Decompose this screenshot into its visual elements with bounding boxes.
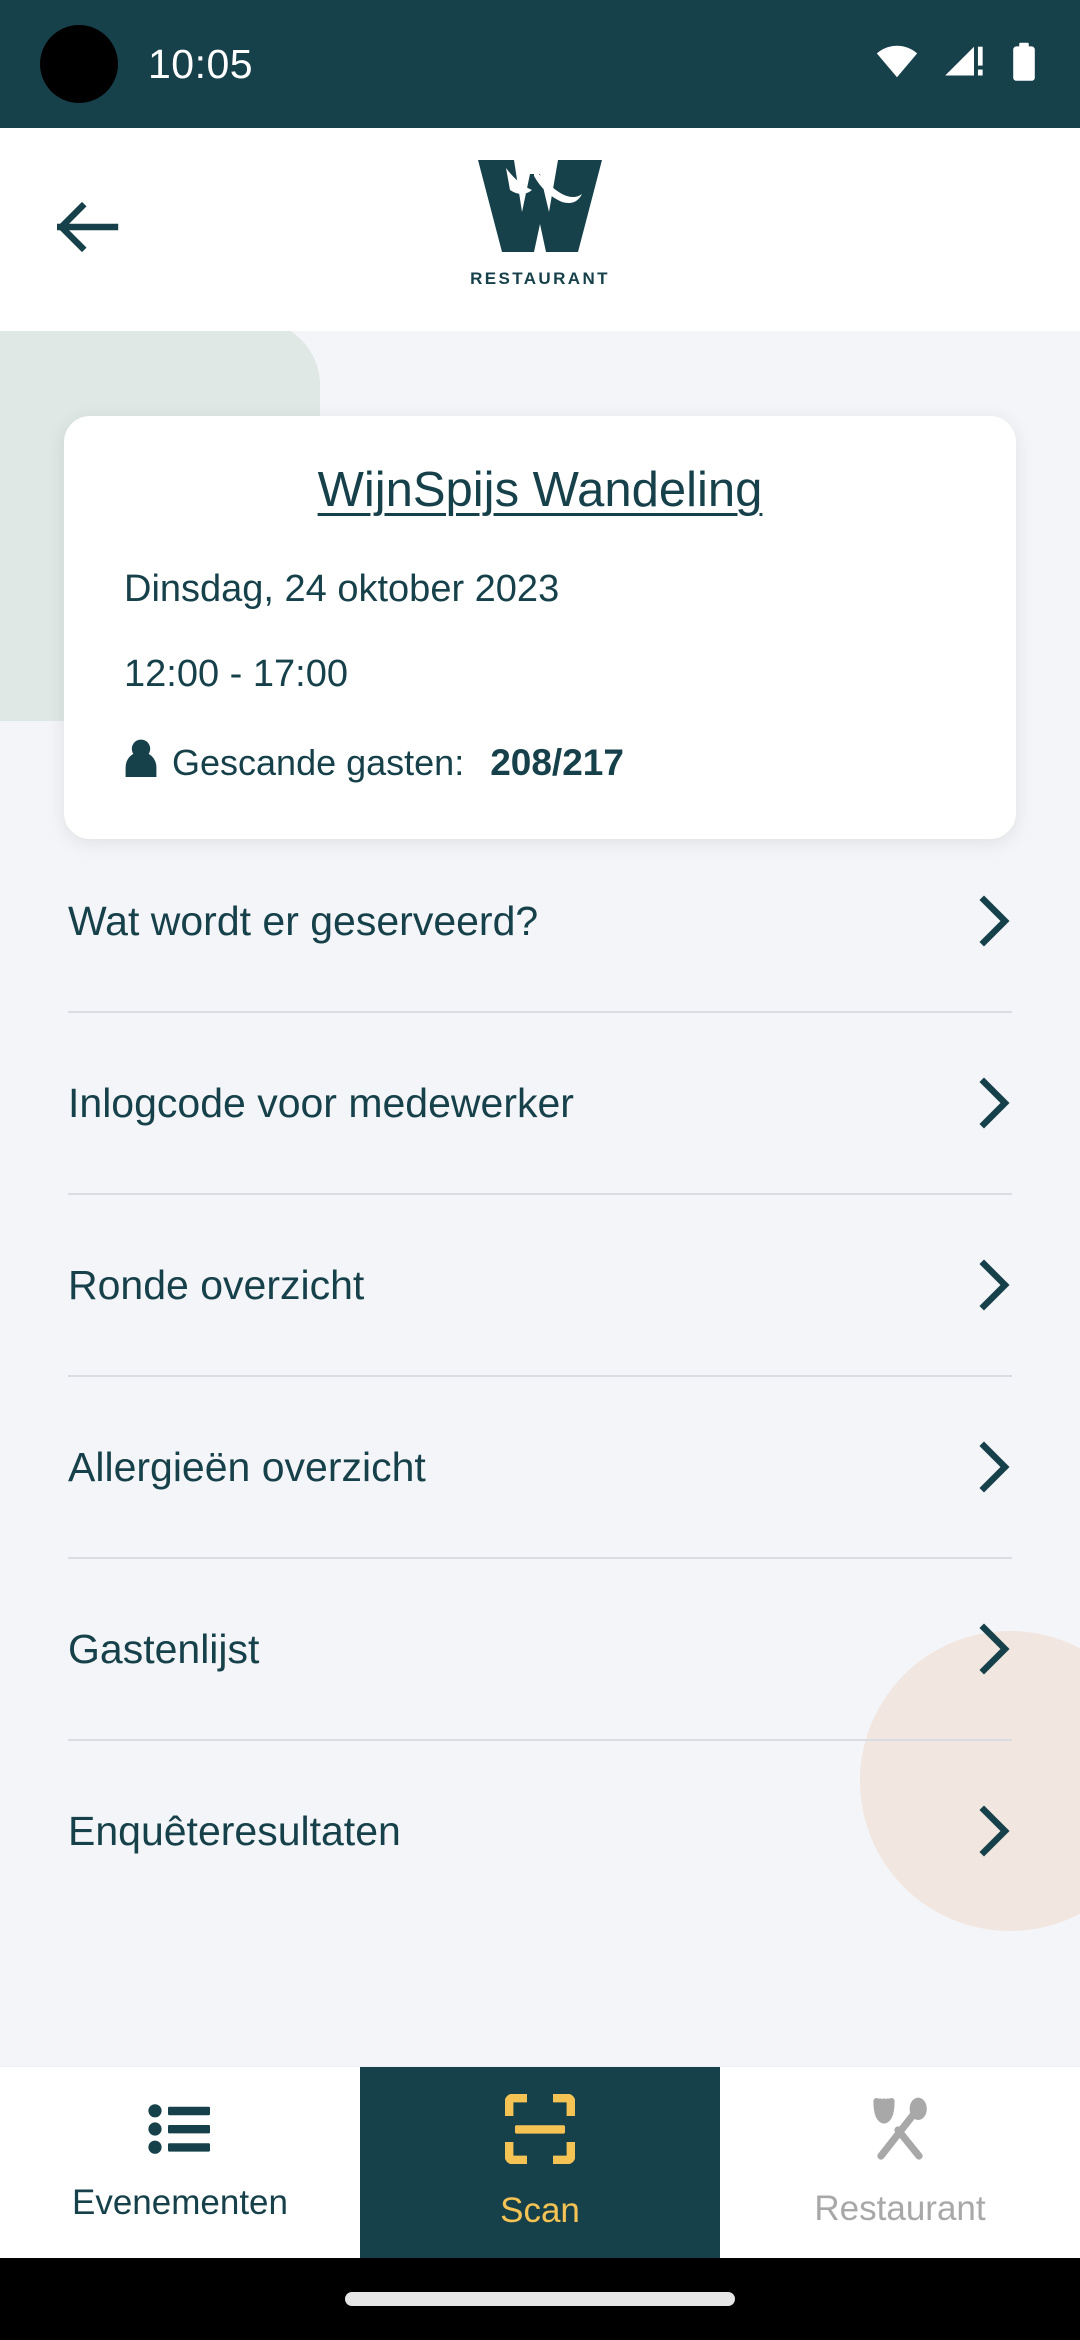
menu-item-gastenlijst[interactable]: Gastenlijst: [0, 1559, 1080, 1739]
nav-tab-label: Evenementen: [72, 2183, 288, 2222]
scanned-guests-label: Gescande gasten:: [172, 741, 465, 783]
menu-item-label: Enquêteresultaten: [68, 1807, 401, 1854]
menu-item-allergieen-overzicht[interactable]: Allergieën overzicht: [0, 1377, 1080, 1557]
chevron-right-icon: [978, 895, 1012, 947]
arrow-left-icon: [56, 201, 119, 257]
event-time-range: 12:00 - 17:00: [124, 653, 348, 695]
back-button[interactable]: [42, 184, 134, 276]
menu-item-label: Gastenlijst: [68, 1625, 260, 1672]
fork-spoon-icon: [867, 2096, 933, 2167]
person-icon: [124, 738, 158, 787]
nav-tab-evenementen[interactable]: Evenementen: [0, 2067, 360, 2258]
event-date: Dinsdag, 24 oktober 2023: [124, 568, 560, 610]
status-bar-left: 10:05: [0, 25, 253, 103]
menu-item-inlogcode-voor-medewerker[interactable]: Inlogcode voor medewerker: [0, 1013, 1080, 1193]
wifi-icon: [874, 44, 920, 85]
battery-icon: [1010, 42, 1038, 87]
nav-tab-label: Restaurant: [814, 2189, 986, 2228]
chevron-right-icon: [978, 1441, 1012, 1493]
nav-tab-restaurant[interactable]: Restaurant: [720, 2067, 1080, 2258]
chevron-right-icon: [978, 1077, 1012, 1129]
qr-scan-icon: [504, 2093, 576, 2169]
menu-item-enqueteresultaten[interactable]: Enquêteresultaten: [0, 1741, 1080, 1921]
app-header: RESTAURANT: [0, 128, 1080, 331]
w-logo-icon: [470, 154, 610, 263]
nav-tab-scan[interactable]: Scan: [360, 2067, 720, 2258]
status-bar-right: [874, 42, 1080, 87]
chevron-right-icon: [978, 1805, 1012, 1857]
menu-item-wat-wordt-er-geserveerd[interactable]: Wat wordt er geserveerd?: [0, 831, 1080, 1011]
menu-item-label: Ronde overzicht: [68, 1261, 365, 1308]
home-indicator[interactable]: [345, 2292, 735, 2306]
status-bar-clock: 10:05: [148, 40, 254, 87]
logo-wordmark: RESTAURANT: [470, 269, 610, 288]
bottom-navigation: Evenementen Scan Restaurant: [0, 2066, 1080, 2258]
menu-item-label: Wat wordt er geserveerd?: [68, 897, 539, 944]
menu-item-label: Allergieën overzicht: [68, 1443, 426, 1490]
brand-logo: RESTAURANT: [470, 154, 610, 289]
event-menu-list: Wat wordt er geserveerd? Inlogcode voor …: [0, 831, 1080, 1921]
list-icon: [147, 2102, 213, 2161]
scanned-guests-count: 208/217: [490, 741, 624, 783]
phone-screen: 10:05 RESTAURANT WijnSpijs Wandeling Din…: [0, 0, 1080, 2340]
scanned-guests-row: Gescande gasten: 208/217: [124, 738, 956, 787]
nav-tab-label: Scan: [500, 2191, 580, 2230]
gesture-navigation-area: [0, 2258, 1080, 2340]
event-title: WijnSpijs Wandeling: [317, 463, 763, 517]
event-info-card: WijnSpijs Wandeling Dinsdag, 24 oktober …: [64, 416, 1016, 839]
content-area: WijnSpijs Wandeling Dinsdag, 24 oktober …: [0, 331, 1080, 2340]
menu-item-label: Inlogcode voor medewerker: [68, 1079, 574, 1126]
cellular-signal-icon: [942, 44, 988, 85]
camera-punch-hole: [40, 25, 118, 103]
menu-item-ronde-overzicht[interactable]: Ronde overzicht: [0, 1195, 1080, 1375]
status-bar: 10:05: [0, 0, 1080, 128]
chevron-right-icon: [978, 1623, 1012, 1675]
chevron-right-icon: [978, 1259, 1012, 1311]
